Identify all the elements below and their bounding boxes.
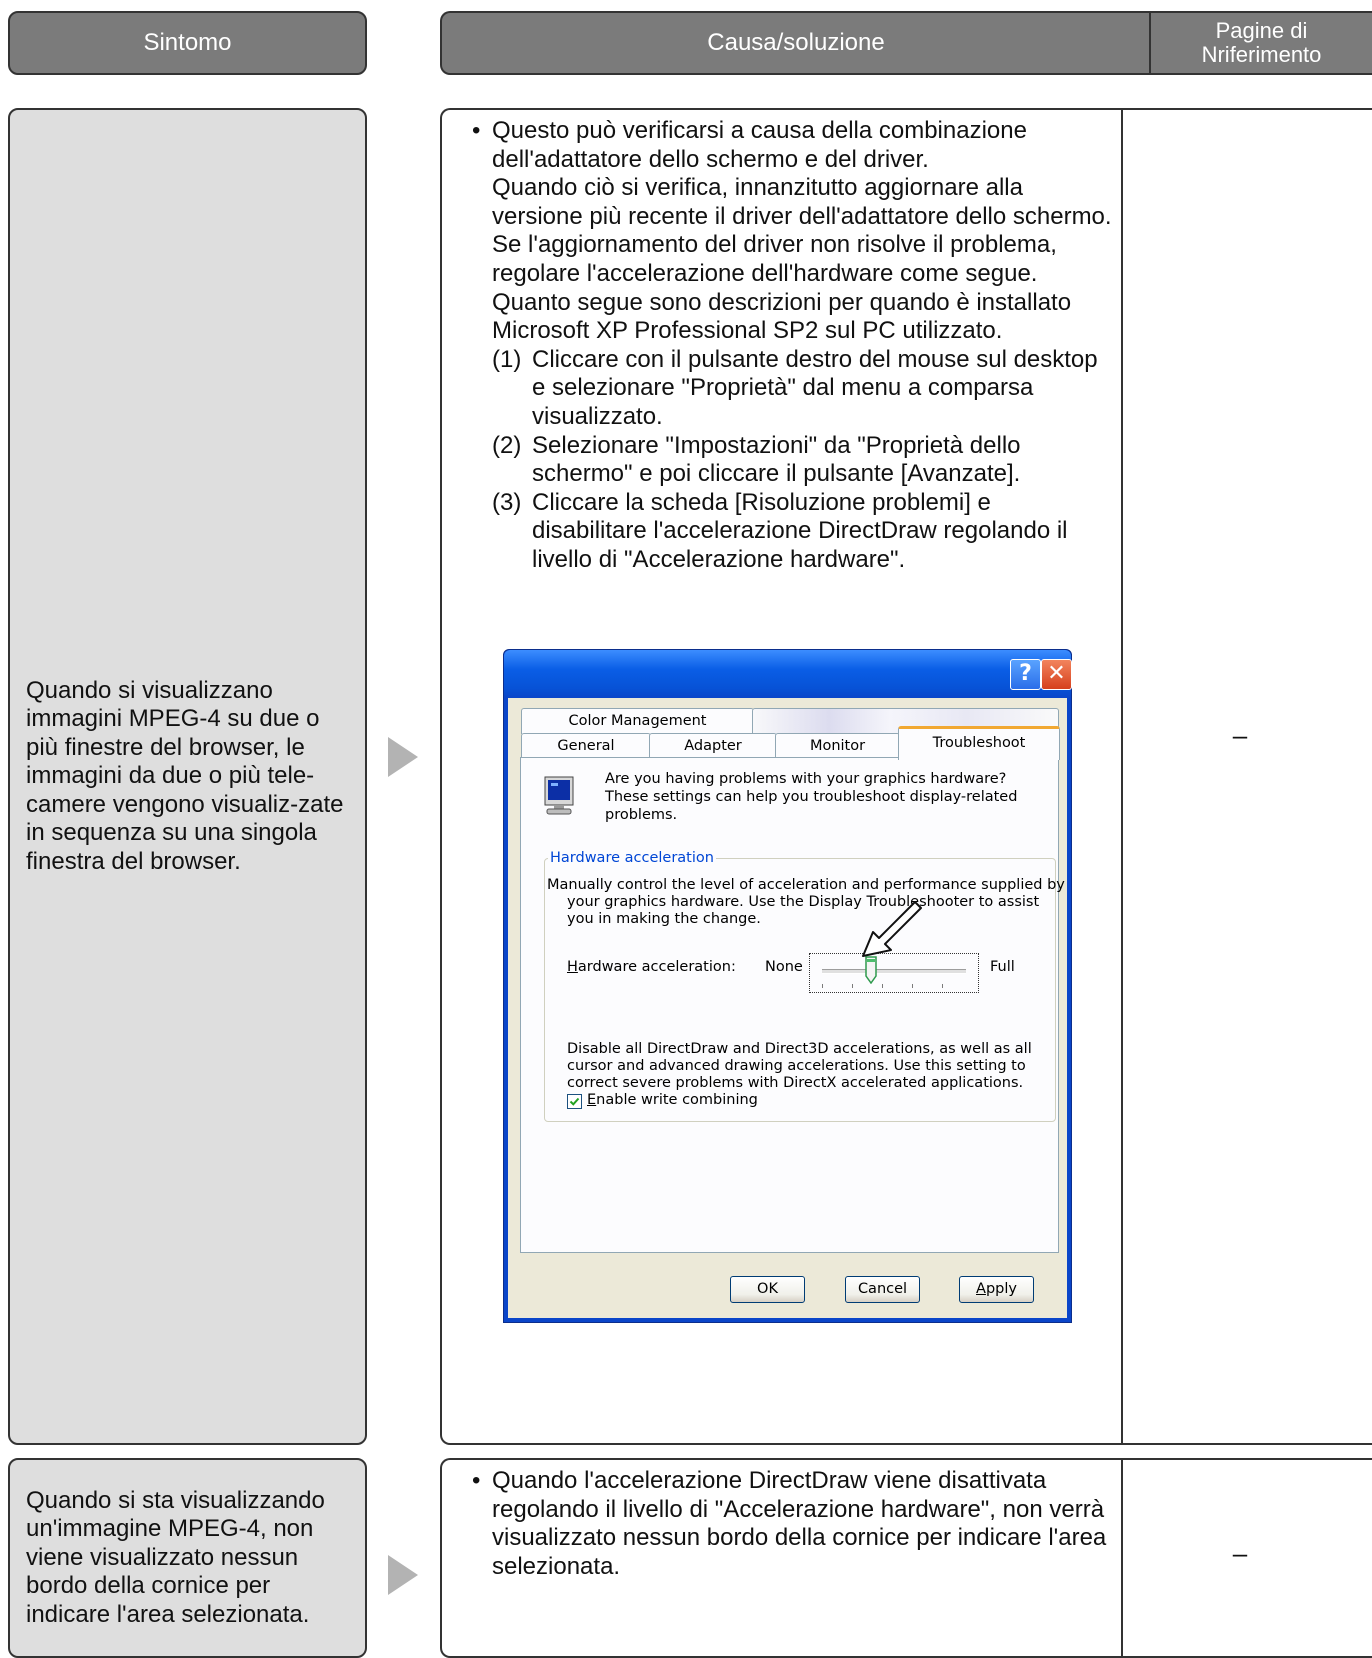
group-title: Hardware acceleration xyxy=(548,849,716,867)
header-reference-line2: Nriferimento xyxy=(1201,42,1322,67)
dialog-titlebar: ? ✕ xyxy=(504,650,1072,698)
tab-adapter[interactable]: Adapter xyxy=(649,733,777,759)
slider-label-text: ardware acceleration: xyxy=(577,959,736,975)
write-combining-checkbox[interactable] xyxy=(567,1094,582,1109)
slider-label: Hardware acceleration: xyxy=(567,959,767,976)
help-button[interactable]: ? xyxy=(1010,659,1041,690)
troubleshoot-panel: Are you having problems with your graphi… xyxy=(520,757,1065,1253)
paragraph-4: Quanto segue sono descrizioni per quando… xyxy=(492,288,1072,345)
step-number: (2) xyxy=(492,431,522,459)
column-divider xyxy=(1121,108,1123,1445)
dialog-client-area: Color Management General Adapter Monitor… xyxy=(508,698,1067,1318)
slider-label-accesskey: H xyxy=(567,959,578,975)
reference-page-2: – xyxy=(1232,1538,1248,1568)
step-number: (1) xyxy=(492,345,522,373)
close-button[interactable]: ✕ xyxy=(1041,659,1072,690)
cause-text-1: • Questo può verificarsi a causa della c… xyxy=(472,117,1112,575)
step-list: (1) Cliccare con il pulsante destro del … xyxy=(492,346,1112,575)
symptom-text-2: Quando si sta visualizzando un'immagine … xyxy=(26,1486,325,1628)
level-description: Disable all DirectDraw and Direct3D acce… xyxy=(567,1041,1032,1091)
paragraph-3: Se l'aggiornamento del driver non risolv… xyxy=(492,231,1057,287)
step-item: (2) Selezionare "Impostazioni" da "Propr… xyxy=(492,432,1112,489)
bullet: • xyxy=(472,1467,481,1494)
cause-text-2-body: Quando l'accelerazione DirectDraw viene … xyxy=(492,1467,1107,1580)
step-text: Selezionare "Impostazioni" da "Proprietà… xyxy=(532,431,1021,488)
bullet: • xyxy=(472,117,481,144)
apply-button[interactable]: Apply xyxy=(959,1276,1034,1303)
reference-page-1: – xyxy=(1232,720,1248,750)
tab-color-management[interactable]: Color Management xyxy=(521,708,754,734)
apply-label: pply xyxy=(985,1281,1017,1297)
ok-button[interactable]: OK xyxy=(730,1276,805,1303)
step-text: Cliccare con il pulsante destro del mous… xyxy=(532,345,1098,430)
display-properties-dialog: ? ✕ Color Management General Adapter Mon… xyxy=(503,649,1072,1323)
intro-text: Are you having problems with your graphi… xyxy=(605,771,1018,823)
arrow-right-icon xyxy=(388,1555,418,1595)
header-cause: Causa/soluzione xyxy=(440,11,1150,75)
paragraph-1: Questo può verificarsi a causa della com… xyxy=(492,117,1027,173)
slider-thumb-icon[interactable] xyxy=(865,956,877,984)
monitor-icon xyxy=(544,776,574,815)
checkmark-icon xyxy=(569,1097,580,1106)
group-description-text: Manually control the level of accelerati… xyxy=(547,877,1065,927)
checkbox-label-text: nable write combining xyxy=(596,1092,758,1108)
header-reference: Pagine di Nriferimento xyxy=(1149,11,1372,75)
header-symptom: Sintomo xyxy=(8,11,367,75)
paragraph-2: Quando ciò si verifica, innanzitutto agg… xyxy=(492,174,1112,230)
slider-ticks xyxy=(822,984,966,988)
step-item: (1) Cliccare con il pulsante destro del … xyxy=(492,346,1112,432)
arrow-right-icon xyxy=(388,737,418,777)
tab-troubleshoot[interactable]: Troubleshoot xyxy=(898,726,1060,760)
symptom-cell-1: Quando si visualizzano immagini MPEG-4 s… xyxy=(8,108,367,1445)
pointer-arrow-icon xyxy=(862,901,922,957)
hardware-acceleration-group: Hardware acceleration Manually control t… xyxy=(544,849,1065,1122)
slider-max-label: Full xyxy=(990,959,1015,975)
cancel-button[interactable]: Cancel xyxy=(845,1276,920,1303)
group-description: Manually control the level of accelerati… xyxy=(545,877,1067,928)
tab-monitor[interactable]: Monitor xyxy=(775,733,900,759)
symptom-cell-2: Quando si sta visualizzando un'immagine … xyxy=(8,1458,367,1658)
step-number: (3) xyxy=(492,488,522,516)
slider-track xyxy=(822,969,966,974)
apply-accesskey: A xyxy=(976,1281,986,1297)
column-divider xyxy=(1121,1458,1123,1658)
tab-general[interactable]: General xyxy=(521,733,651,759)
checkbox-label-accesskey: E xyxy=(587,1092,597,1108)
step-text: Cliccare la scheda [Risoluzione problemi… xyxy=(532,488,1068,573)
header-reference-line1: Pagine di xyxy=(1215,18,1308,43)
step-item: (3) Cliccare la scheda [Risoluzione prob… xyxy=(492,489,1112,575)
checkbox-label: Enable write combining xyxy=(587,1092,887,1109)
cause-text-2: • Quando l'accelerazione DirectDraw vien… xyxy=(472,1467,1112,1581)
symptom-text-1: Quando si visualizzano immagini MPEG-4 s… xyxy=(26,676,344,875)
